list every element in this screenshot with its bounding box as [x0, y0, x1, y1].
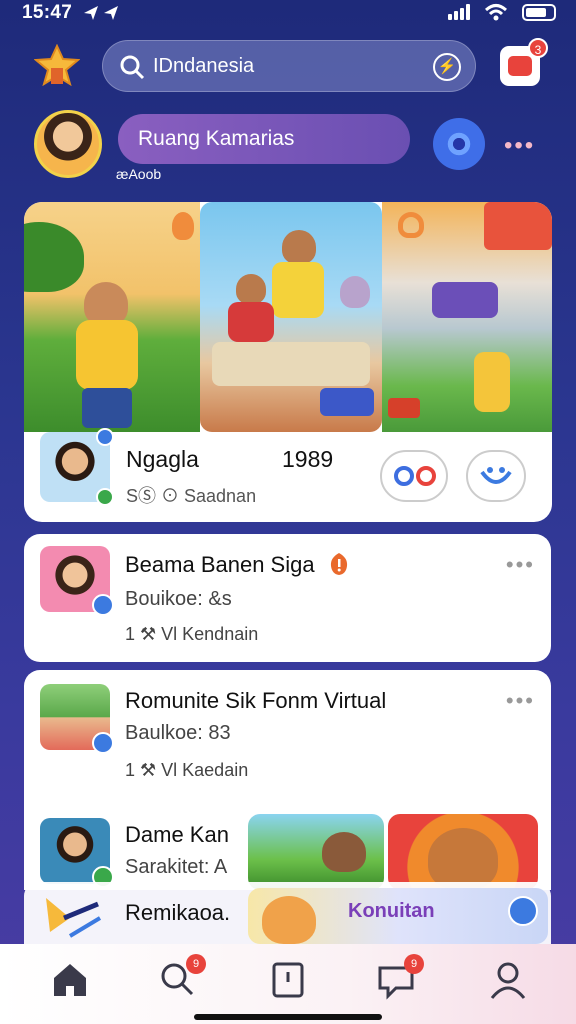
trophy-icon	[46, 898, 102, 938]
location-icon	[84, 6, 118, 20]
list-meta: 1 ⚒ Vl Kaedain	[125, 760, 249, 780]
featured-image-center	[200, 202, 382, 432]
featured-year: 1989	[282, 446, 334, 472]
featured-image-right	[382, 202, 552, 432]
status-bar: 15:47	[0, 0, 576, 28]
profile-icon	[490, 962, 526, 999]
promo-tile-left[interactable]	[248, 814, 384, 890]
warning-icon	[330, 553, 348, 575]
more-options-icon[interactable]: •••	[506, 688, 535, 714]
battery-icon	[522, 3, 556, 21]
share-icon	[480, 467, 512, 484]
list-item[interactable]: Beama Banen Siga Bouikoe: &s 1 ⚒ Vl Kend…	[24, 534, 551, 662]
list-title: Beama Banen Siga	[125, 552, 315, 577]
search-badge: 9	[186, 954, 206, 974]
more-options-icon[interactable]: •••	[506, 552, 535, 578]
notification-icon	[508, 56, 532, 76]
home-tab[interactable]	[48, 958, 92, 1002]
home-indicator	[194, 1014, 382, 1020]
featured-card[interactable]: Ngagla 1989 SⓈ ⊙ Saadnan	[24, 202, 552, 522]
chat-badge: 9	[404, 954, 424, 974]
featured-title: Ngagla	[126, 446, 199, 472]
list-thumbnail	[40, 546, 114, 616]
join-button[interactable]	[380, 450, 448, 502]
list-title: Remikaoa.	[125, 900, 231, 925]
voice-search-icon[interactable]: ⚡	[433, 53, 461, 81]
list-thumbnail	[40, 818, 114, 888]
status-time: 15:47	[22, 2, 73, 23]
add-tab[interactable]	[266, 958, 310, 1002]
signal-icon	[448, 4, 470, 20]
konuitan-tile[interactable]: Konuitan	[248, 888, 548, 944]
search-tab[interactable]: 9	[156, 954, 206, 1002]
user-avatar[interactable]	[34, 110, 102, 178]
tile-badge-icon	[508, 896, 538, 926]
bottom-nav: 9 9	[0, 944, 576, 1024]
list-title: Romunite Sik Fonm Virtual	[125, 688, 387, 713]
list-item[interactable]: Remikaoa. Konuitan	[24, 882, 551, 944]
notifications-button[interactable]: 3	[500, 38, 548, 86]
list-item[interactable]: Romunite Sik Fonm Virtual Baulkoe: 83 1 …	[24, 670, 551, 798]
notification-badge: 3	[528, 38, 548, 58]
search-input[interactable]: IDndanesia ⚡	[102, 40, 476, 92]
list-meta: 1 ⚒ Vl Kendnain	[125, 624, 259, 644]
featured-image-left	[24, 202, 200, 432]
list-title: Dame Kan	[125, 822, 229, 847]
profile-tab[interactable]	[486, 958, 530, 1002]
list-subtitle: Bouikoe: &s	[125, 588, 232, 610]
community-button[interactable]: Ruang Kamarias	[118, 114, 410, 164]
community-label: Ruang Kamarias	[138, 127, 295, 150]
promo-tile-right[interactable]	[388, 814, 538, 890]
chat-tab[interactable]: 9	[374, 954, 424, 1002]
wifi-icon	[484, 4, 508, 21]
featured-meta: SⓈ ⊙ Saadnan	[126, 486, 257, 506]
share-button[interactable]	[466, 450, 526, 502]
konuitan-label: Konuitan	[348, 900, 435, 922]
home-icon	[54, 964, 86, 996]
search-icon	[120, 55, 145, 80]
add-post-icon	[272, 962, 304, 998]
discover-icon[interactable]	[433, 118, 485, 170]
list-thumbnail	[40, 684, 114, 754]
featured-avatar[interactable]	[40, 428, 114, 506]
search-text: IDndanesia	[153, 55, 255, 77]
list-item[interactable]: Dame Kan Sarakitet: A	[24, 798, 551, 890]
list-subtitle: Baulkoe: 83	[125, 722, 231, 744]
star-home-icon[interactable]	[34, 44, 80, 86]
profile-handle: æAoob	[116, 166, 162, 182]
more-options-icon[interactable]: •••	[504, 132, 535, 160]
list-subtitle: Sarakitet: A	[125, 856, 228, 878]
